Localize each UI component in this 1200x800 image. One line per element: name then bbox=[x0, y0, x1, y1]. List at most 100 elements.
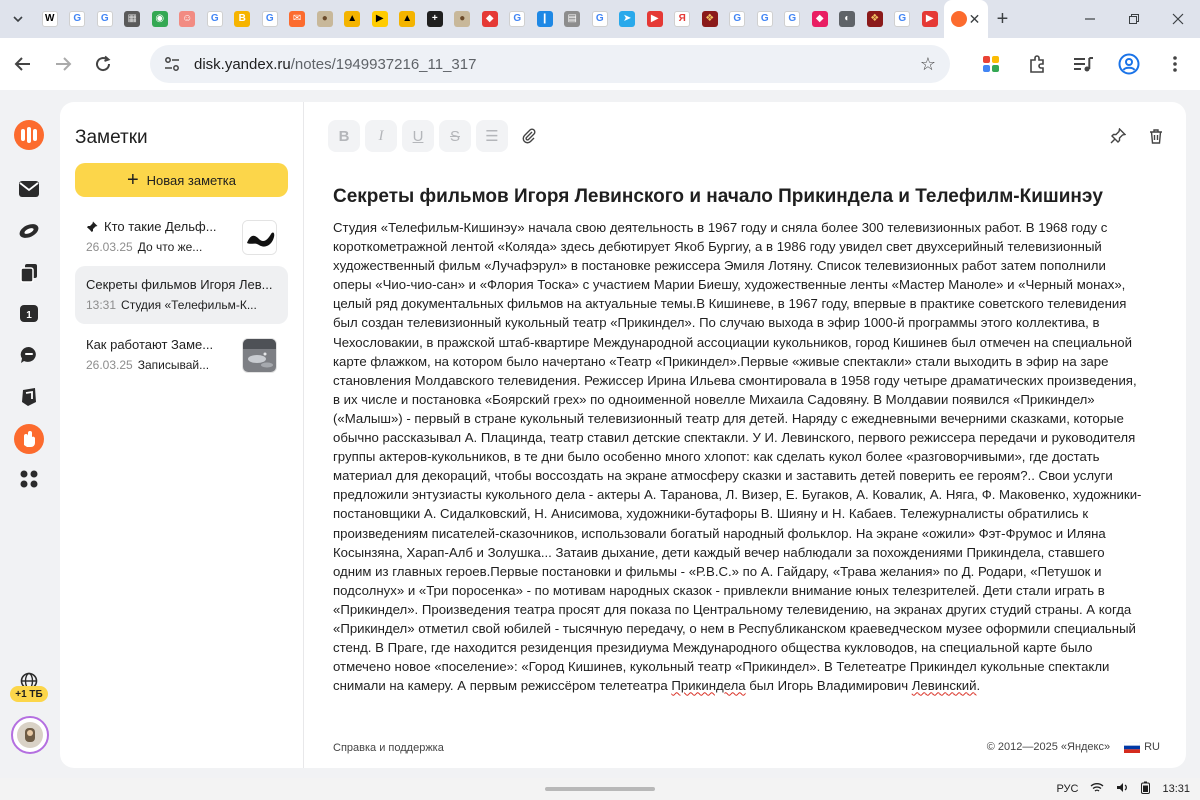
note-thumbnail bbox=[242, 338, 277, 373]
site-info-button[interactable] bbox=[154, 45, 190, 83]
note-list-item-selected[interactable]: Секреты фильмов Игоря Лев... 13:31 Студия… bbox=[75, 266, 288, 324]
browser-tab[interactable]: ● bbox=[311, 0, 339, 38]
close-tab-icon[interactable]: ✕ bbox=[969, 11, 981, 28]
note-body[interactable]: Студия «Телефильм-Кишинэу» начала свою д… bbox=[333, 218, 1143, 695]
forward-button[interactable] bbox=[46, 47, 80, 81]
browser-tab[interactable]: G bbox=[586, 0, 614, 38]
new-note-label: Новая заметка bbox=[146, 172, 237, 188]
browser-tab[interactable]: ➤ bbox=[614, 0, 642, 38]
language-switch[interactable]: RU bbox=[1144, 741, 1160, 753]
italic-button[interactable]: I bbox=[365, 120, 397, 152]
browser-tab[interactable]: G bbox=[779, 0, 807, 38]
user-avatar[interactable] bbox=[11, 716, 49, 754]
bold-button[interactable]: B bbox=[328, 120, 360, 152]
more-vertical-icon bbox=[1173, 56, 1177, 72]
browser-tab[interactable]: ◐ bbox=[834, 0, 862, 38]
note-body-text: был Игорь Владимирович bbox=[745, 678, 912, 694]
back-button[interactable] bbox=[6, 47, 40, 81]
tab-favicon-icon: ▦ bbox=[124, 11, 141, 27]
minimize-button[interactable] bbox=[1068, 0, 1112, 38]
messenger-icon[interactable] bbox=[16, 342, 42, 368]
browser-tab[interactable]: W bbox=[36, 0, 64, 38]
new-note-button[interactable]: + Новая заметка bbox=[75, 163, 288, 197]
browser-tab[interactable]: G bbox=[64, 0, 92, 38]
apps-icon[interactable] bbox=[16, 466, 42, 492]
keyboard-language[interactable]: РУС bbox=[1056, 783, 1078, 795]
browser-tab[interactable]: ◆ bbox=[806, 0, 834, 38]
new-tab-button[interactable]: + bbox=[988, 0, 1018, 38]
browser-menu-button[interactable] bbox=[1158, 48, 1192, 80]
browser-tab[interactable]: G bbox=[201, 0, 229, 38]
wifi-icon[interactable] bbox=[1090, 782, 1104, 796]
calendar-icon[interactable]: 1 bbox=[16, 300, 42, 326]
tab-favicon-icon: G bbox=[509, 11, 526, 27]
browser-tab[interactable]: ▲ bbox=[394, 0, 422, 38]
browser-tab[interactable]: G bbox=[751, 0, 779, 38]
browser-tab[interactable]: ◉ bbox=[146, 0, 174, 38]
browser-tab[interactable]: G bbox=[724, 0, 752, 38]
tab-favicon-icon: W bbox=[41, 11, 58, 27]
telemost-icon[interactable] bbox=[16, 384, 42, 410]
help-link[interactable]: Справка и поддержка bbox=[333, 742, 444, 754]
url-text[interactable]: disk.yandex.ru/notes/1949937216_11_317 bbox=[194, 56, 476, 73]
browser-tab[interactable]: ☺ bbox=[174, 0, 202, 38]
tab-favicon-icon: G bbox=[784, 11, 801, 27]
tab-favicon-icon: G bbox=[591, 11, 608, 27]
note-list-item[interactable]: Как работают Заме... 26.03.25 Записывай..… bbox=[75, 326, 288, 384]
browser-tab[interactable]: ▤ bbox=[559, 0, 587, 38]
browser-tab[interactable]: ❖ bbox=[861, 0, 889, 38]
underline-button[interactable]: U bbox=[402, 120, 434, 152]
note-body-text: Студия «Телефильм-Кишинэу» начала свою д… bbox=[333, 220, 1142, 694]
browser-tab[interactable]: ▲ bbox=[339, 0, 367, 38]
list-button[interactable]: ☰ bbox=[476, 120, 508, 152]
address-bar[interactable]: disk.yandex.ru/notes/1949937216_11_317 ☆ bbox=[150, 45, 950, 83]
browser-tab[interactable]: G bbox=[889, 0, 917, 38]
battery-icon[interactable] bbox=[1141, 781, 1151, 797]
browser-tab[interactable]: ❖ bbox=[696, 0, 724, 38]
tab-favicon-icon: ● bbox=[316, 11, 333, 27]
attach-button[interactable] bbox=[513, 120, 545, 152]
account-icon bbox=[1118, 53, 1140, 75]
reload-button[interactable] bbox=[86, 47, 120, 81]
browser-tab[interactable]: ◆ bbox=[476, 0, 504, 38]
media-control-button[interactable] bbox=[1066, 48, 1100, 80]
extension-colorful-icon[interactable] bbox=[974, 48, 1008, 80]
delete-note-button[interactable] bbox=[1144, 124, 1168, 148]
storage-badge[interactable]: +1 ТБ bbox=[10, 686, 48, 702]
extensions-button[interactable] bbox=[1020, 48, 1054, 80]
browser-tab[interactable]: ● bbox=[449, 0, 477, 38]
tab-search-button[interactable] bbox=[0, 0, 36, 38]
restore-button[interactable] bbox=[1112, 0, 1156, 38]
files-icon[interactable] bbox=[16, 260, 42, 286]
browser-tab[interactable]: ▦ bbox=[119, 0, 147, 38]
tab-active-yandex-disk[interactable]: ✕ bbox=[943, 0, 988, 38]
volume-icon[interactable] bbox=[1116, 782, 1129, 796]
browser-tab[interactable]: + bbox=[421, 0, 449, 38]
browser-tab[interactable]: G bbox=[91, 0, 119, 38]
paperclip-icon bbox=[522, 128, 536, 144]
browser-tab[interactable]: G bbox=[504, 0, 532, 38]
browser-tab[interactable]: ✉ bbox=[284, 0, 312, 38]
close-window-button[interactable] bbox=[1156, 0, 1200, 38]
profile-button[interactable] bbox=[1112, 48, 1146, 80]
browser-tab[interactable]: ▶ bbox=[366, 0, 394, 38]
taskbar-handle[interactable] bbox=[545, 787, 655, 791]
pin-note-button[interactable] bbox=[1106, 124, 1130, 148]
browser-tab[interactable]: ❙ bbox=[531, 0, 559, 38]
browser-tab[interactable]: ▶ bbox=[641, 0, 669, 38]
tab-favicon-icon: B bbox=[234, 11, 251, 27]
yandex-360-logo-icon[interactable] bbox=[14, 120, 44, 150]
browser-tab[interactable]: ▶ bbox=[916, 0, 944, 38]
google-lens-icon bbox=[983, 56, 999, 72]
browser-tab[interactable]: Я bbox=[669, 0, 697, 38]
note-list-item[interactable]: Кто такие Дельф... 26.03.25 До что же... bbox=[75, 208, 288, 266]
browser-tab[interactable]: B bbox=[229, 0, 257, 38]
note-heading[interactable]: Секреты фильмов Игоря Левинского и начал… bbox=[333, 186, 1103, 208]
notes-icon[interactable] bbox=[14, 424, 44, 454]
bookmark-star-icon[interactable]: ☆ bbox=[920, 54, 936, 75]
disk-icon[interactable] bbox=[16, 218, 42, 244]
clock[interactable]: 13:31 bbox=[1162, 783, 1190, 795]
browser-tab[interactable]: G bbox=[256, 0, 284, 38]
strikethrough-button[interactable]: S bbox=[439, 120, 471, 152]
mail-icon[interactable] bbox=[16, 176, 42, 202]
